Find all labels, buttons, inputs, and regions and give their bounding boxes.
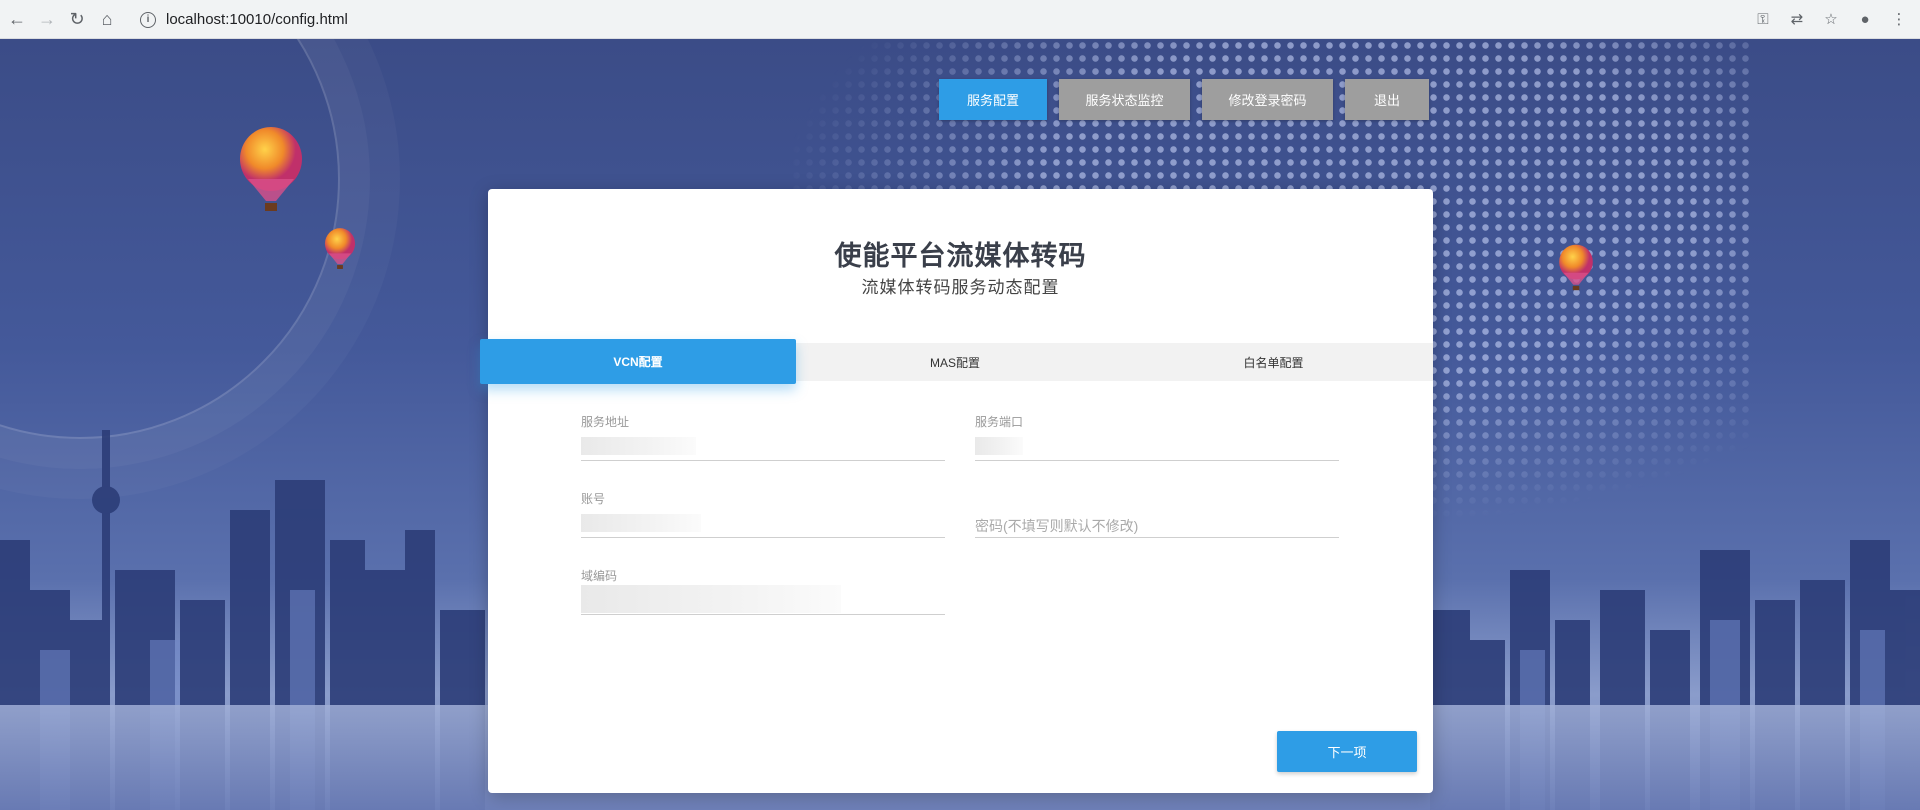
tab-mas-config[interactable]: MAS配置	[796, 343, 1114, 381]
top-navigation: 服务配置 服务状态监控 修改登录密码 退出	[939, 79, 1429, 120]
nav-service-status-monitor-button[interactable]: 服务状态监控	[1059, 79, 1190, 120]
redacted-value	[581, 514, 701, 532]
back-arrow-icon[interactable]: ←	[4, 6, 30, 32]
password-field: 密码(不填写则默认不修改)	[975, 490, 1339, 538]
nav-service-config-button[interactable]: 服务配置	[939, 79, 1047, 120]
page-subtitle: 流媒体转码服务动态配置	[861, 278, 1060, 297]
home-icon[interactable]: ⌂	[94, 6, 120, 32]
nav-logout-button[interactable]: 退出	[1345, 79, 1429, 120]
forward-arrow-icon[interactable]: →	[34, 6, 60, 32]
next-button[interactable]: 下一项	[1277, 731, 1417, 772]
redacted-value	[975, 437, 1023, 455]
password-input[interactable]: 密码(不填写则默认不修改)	[975, 510, 1339, 538]
password-placeholder: 密码(不填写则默认不修改)	[975, 518, 1139, 534]
site-info-icon[interactable]: i	[140, 11, 156, 28]
tab-vcn-config[interactable]: VCN配置	[480, 339, 796, 384]
url-text: localhost:10010/config.html	[166, 11, 348, 28]
domain-code-input[interactable]	[581, 585, 945, 615]
redacted-value	[581, 437, 696, 455]
decorative-arcs	[0, 39, 340, 439]
account-label: 账号	[581, 492, 606, 506]
service-port-input[interactable]	[975, 433, 1339, 461]
account-input[interactable]	[581, 510, 945, 538]
hot-air-balloon-icon	[324, 228, 356, 269]
bookmark-star-icon[interactable]: ☆	[1820, 8, 1842, 30]
service-port-field: 服务端口	[975, 413, 1339, 461]
browser-toolbar: ← → ↻ ⌂ i localhost:10010/config.html ⚿ …	[0, 0, 1920, 39]
menu-dots-icon[interactable]: ⋮	[1888, 8, 1910, 30]
hot-air-balloon-icon	[240, 127, 302, 211]
reload-icon[interactable]: ↻	[64, 6, 90, 32]
redacted-value	[581, 585, 841, 613]
tab-whitelist-config[interactable]: 白名单配置	[1114, 343, 1433, 381]
nav-change-password-button[interactable]: 修改登录密码	[1202, 79, 1333, 120]
account-icon[interactable]: ●	[1854, 8, 1876, 30]
hot-air-balloon-icon	[1559, 244, 1593, 291]
domain-code-field: 域编码	[581, 567, 945, 615]
domain-code-label: 域编码	[581, 569, 618, 583]
address-bar[interactable]: i localhost:10010/config.html	[140, 6, 1740, 33]
config-card: 使能平台流媒体转码 流媒体转码服务动态配置 VCN配置 MAS配置 白名单配置 …	[480, 189, 1433, 793]
service-port-label: 服务端口	[975, 415, 1024, 429]
page-title: 使能平台流媒体转码	[834, 241, 1087, 271]
translate-icon[interactable]: ⇄	[1786, 8, 1808, 30]
password-label	[975, 490, 1339, 504]
account-field: 账号	[581, 490, 945, 538]
key-icon[interactable]: ⚿	[1752, 8, 1774, 30]
service-address-field: 服务地址	[581, 413, 945, 461]
service-address-label: 服务地址	[581, 415, 630, 429]
service-address-input[interactable]	[581, 433, 945, 461]
config-tabs: VCN配置 MAS配置 白名单配置	[480, 339, 1433, 384]
